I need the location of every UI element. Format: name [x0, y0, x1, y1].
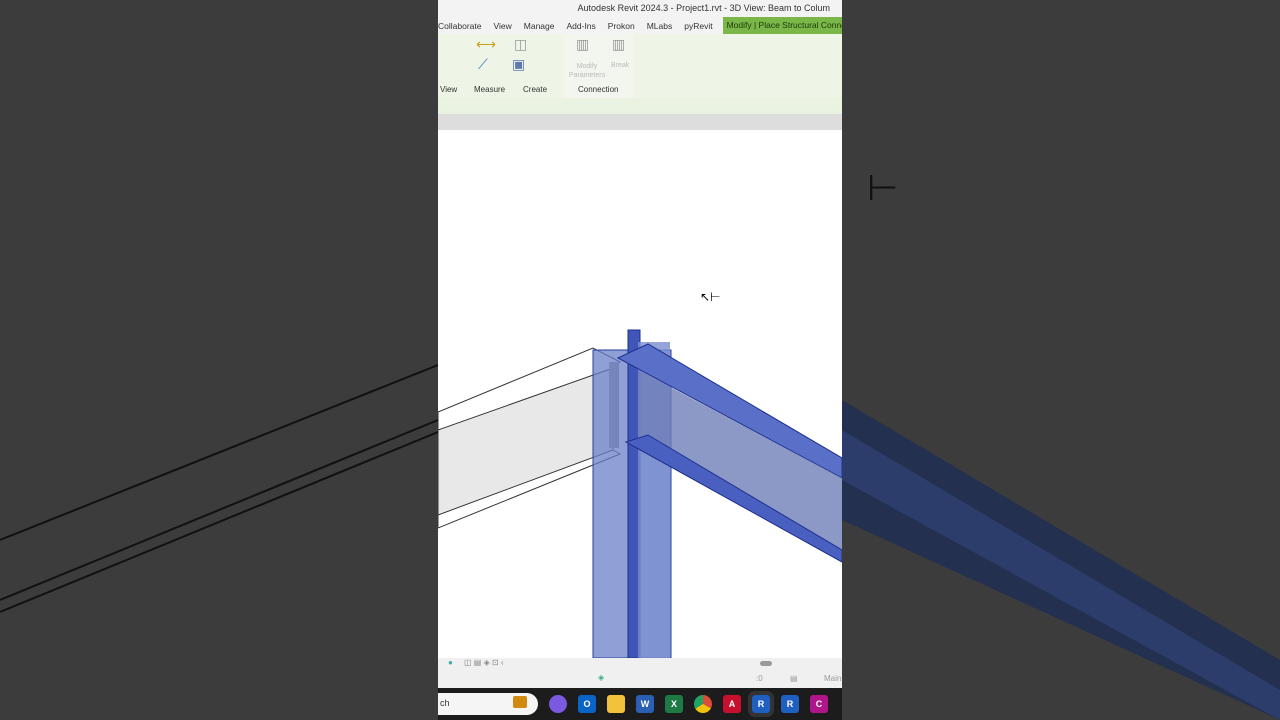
tab-manage[interactable]: Manage [518, 21, 561, 31]
blurred-background-right: ⊢ [842, 0, 1280, 720]
horizontal-scrollbar[interactable] [760, 661, 772, 666]
filter-icon[interactable]: ▤ [790, 674, 798, 683]
tab-collaborate[interactable]: Collaborate [438, 21, 487, 31]
blurred-background-left [0, 0, 438, 720]
visual-style-icon[interactable]: ● [448, 658, 453, 667]
tab-mlabs[interactable]: MLabs [641, 21, 679, 31]
tab-pyrevit[interactable]: pyRevit [678, 21, 718, 31]
sun-path-icon[interactable]: ◫ ▤ ◈ ⊡ ‹ [464, 658, 504, 667]
revit-window: Autodesk Revit 2024.3 - Project1.rvt - 3… [438, 0, 842, 720]
selection-count: :0 [756, 674, 763, 683]
file-explorer-icon[interactable] [607, 695, 625, 713]
break-icon[interactable]: ▥ [612, 36, 625, 53]
modify-parameters-icon[interactable]: ▥ [576, 36, 589, 53]
view-control-bar: ● ◫ ▤ ◈ ⊡ ‹ [438, 658, 842, 670]
excel-icon[interactable]: X [665, 695, 683, 713]
chrome-icon[interactable] [694, 695, 712, 713]
panel-create-label: Create [523, 85, 548, 94]
window-title: Autodesk Revit 2024.3 - Project1.rvt - 3… [438, 0, 842, 17]
autocad-icon[interactable]: A [723, 695, 741, 713]
outlook-icon[interactable]: O [578, 695, 596, 713]
workset-icon[interactable]: ◈ [598, 673, 604, 682]
measure-icon[interactable]: ⟷ [476, 36, 496, 53]
tab-add-ins[interactable]: Add-Ins [560, 21, 601, 31]
modify-parameters-button[interactable]: Modify Parameters [567, 62, 607, 80]
options-bar [438, 98, 842, 114]
status-bar: ◈ :0 ▤ Main [438, 670, 842, 688]
tab-prokon[interactable]: Prokon [602, 21, 641, 31]
word-icon[interactable]: W [636, 695, 654, 713]
view-tab-bar [438, 114, 842, 130]
revit-2-icon[interactable]: R [781, 695, 799, 713]
tab-modify-place-structural-connection[interactable]: Modify | Place Structural Connectio [722, 17, 842, 34]
break-button[interactable]: Break [611, 62, 629, 69]
copilot-icon[interactable] [549, 695, 567, 713]
create-part-icon[interactable]: ▣ [512, 56, 525, 73]
beam-column-model [438, 329, 842, 659]
tab-view[interactable]: View [487, 21, 517, 31]
civil3d-icon[interactable]: C [810, 695, 828, 713]
search-text: ch [440, 698, 450, 708]
ribbon-tabs: Collaborate View Manage Add-Ins Prokon M… [438, 17, 842, 34]
3d-view-canvas[interactable]: ↖⊢ [438, 130, 842, 659]
panel-measure-label: Measure [474, 85, 506, 94]
briefcase-icon [513, 696, 527, 708]
cursor-icon: ↖⊢ [700, 290, 721, 304]
measure-angle-icon[interactable]: ⟋ [478, 56, 488, 73]
taskbar-search[interactable]: ch [438, 693, 538, 715]
create-assembly-icon[interactable]: ◫ [514, 36, 527, 53]
panel-view-label: View [440, 85, 458, 94]
panel-connection-label: Connection [578, 85, 619, 94]
ribbon: ⟷ ⟋ ▣ ◫ ▥ ▥ Modify Parameters Break View… [438, 34, 842, 98]
windows-taskbar: ch O W X A R R C [438, 688, 842, 720]
workset-name: Main [824, 674, 842, 683]
svg-text:⊢: ⊢ [867, 167, 898, 208]
revit-icon[interactable]: R [748, 691, 774, 717]
